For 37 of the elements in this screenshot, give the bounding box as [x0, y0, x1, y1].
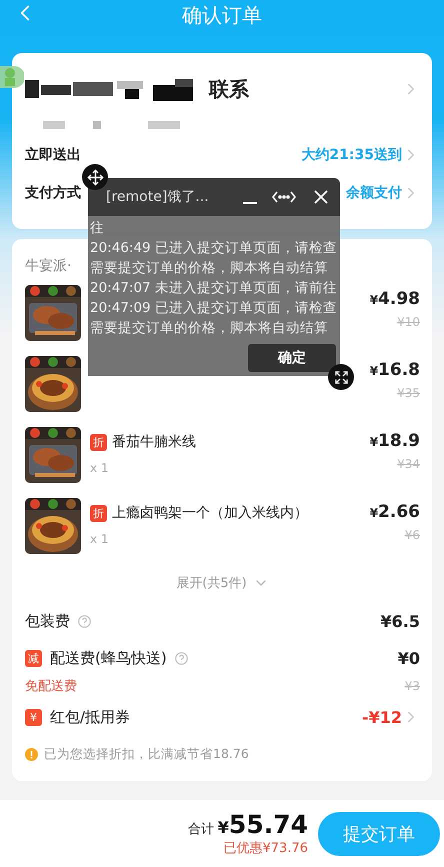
- item-price: ¥18.9: [370, 431, 420, 451]
- fee-note: 免配送费: [25, 678, 77, 695]
- fee-label: 包装费: [25, 612, 70, 630]
- item-price: ¥2.66: [370, 502, 420, 522]
- discount-badge: 折: [90, 434, 107, 450]
- total-amount: ¥55.74: [218, 810, 308, 839]
- item-quantity: x 1: [90, 461, 110, 475]
- total-label: 合计: [188, 821, 214, 838]
- store-name: 牛宴派·: [25, 257, 72, 275]
- address-text: 联系: [209, 76, 249, 102]
- log-line: 20:47:09 已进入提交订单页面，请检查需要提交订单的价格，脚本将自动结算: [90, 299, 338, 338]
- item-name: 番茄牛腩米线: [112, 433, 196, 451]
- original-price: ¥6: [404, 528, 420, 542]
- fee-badge: ¥: [25, 708, 42, 726]
- item-price: ¥4.98: [370, 289, 420, 309]
- original-price: ¥10: [397, 315, 420, 329]
- notice-text: 已为您选择折扣，比满减节省18.76: [44, 746, 249, 762]
- fee-label: 配送费(蜂鸟快送): [50, 648, 167, 668]
- item-quantity: x 1: [90, 532, 110, 546]
- item-name: 上瘾卤鸭架一个（加入米线内）: [112, 504, 308, 522]
- row-label: 立即送出: [25, 146, 81, 164]
- fee-amount: ¥6.5: [380, 612, 420, 630]
- original-price: ¥35: [397, 386, 420, 400]
- original-price: ¥34: [397, 457, 420, 471]
- window-title: [remote]饿了...: [106, 188, 210, 206]
- page-title: 确认订单: [182, 2, 262, 28]
- original-fee: ¥3: [404, 679, 420, 693]
- item-price: ¥16.8: [370, 360, 420, 380]
- log-line: 往: [90, 219, 105, 238]
- fee-label: 红包/抵用券: [50, 708, 130, 726]
- saved-amount: 已优惠¥73.76: [224, 840, 308, 857]
- fee-badge: 减: [25, 650, 42, 666]
- row-label: 支付方式: [25, 184, 81, 202]
- log-line: 20:46:49 已进入提交订单页面，请检查需要提交订单的价格，脚本将自动结算: [90, 239, 338, 278]
- log-line: 20:47:07 未进入提交订单页面，请前往: [90, 279, 338, 298]
- fee-amount: ¥0: [398, 648, 420, 668]
- discount-badge: 折: [90, 504, 107, 522]
